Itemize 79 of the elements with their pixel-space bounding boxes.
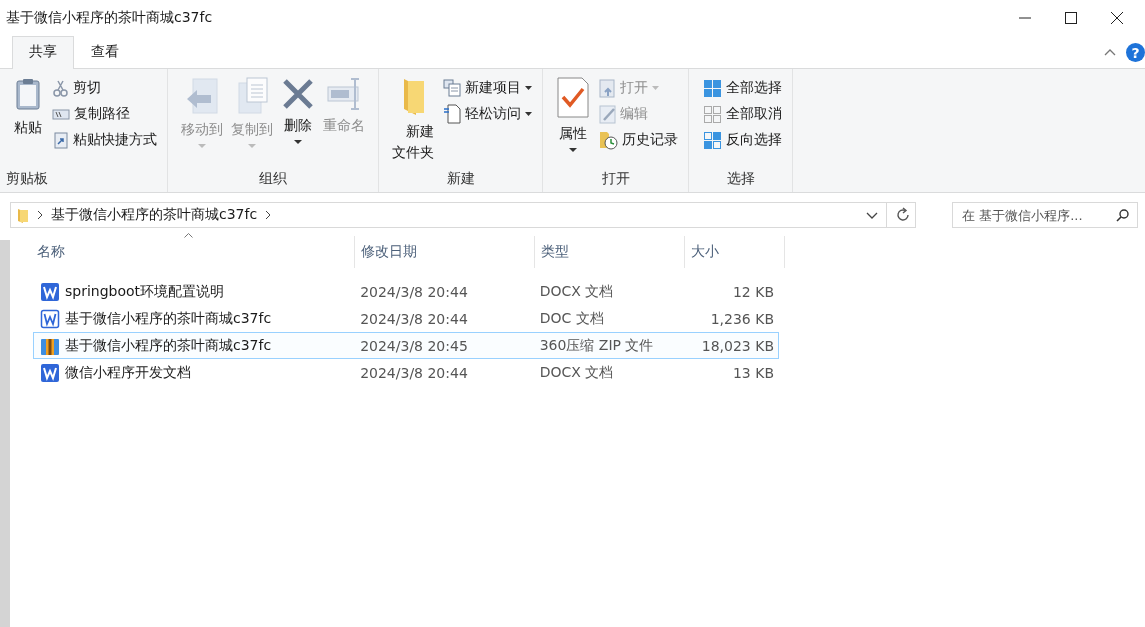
file-row[interactable]: 微信小程序开发文档 2024/3/8 20:44 DOCX 文档 13 KB [33, 359, 779, 386]
invert-grid-icon [703, 130, 722, 150]
pencil-page-icon [599, 104, 616, 124]
size-cell-text: 12 KB [731, 283, 775, 300]
delete-x-icon [281, 77, 315, 111]
ribbon-button[interactable]: 属性 [553, 77, 593, 170]
file-name: springboot环境配置说明 [65, 282, 225, 301]
search-icon [1116, 209, 1129, 222]
type-cell-text: DOCX 文档 [538, 363, 615, 382]
ribbon-button[interactable]: 全部取消 [703, 103, 782, 125]
group-label: 组织 [258, 170, 288, 188]
type-cell-text: DOCX 文档 [538, 282, 615, 301]
ribbon-button[interactable]: 全部选择 [703, 77, 782, 99]
size-cell-text: 18,023 KB [700, 337, 775, 354]
ribbon-button[interactable]: 新建文件夹 [389, 77, 437, 170]
window-title: 基于微信小程序的茶叶商城c37fc [5, 9, 213, 27]
group-label: 打开 [600, 170, 631, 188]
ribbon-button[interactable]: 轻松访问 [443, 103, 532, 125]
type-cell-text: 360压缩 ZIP 文件 [538, 336, 655, 355]
group-label: 剪贴板 [6, 170, 49, 188]
ribbon-button[interactable]: 新建项目 [443, 77, 532, 99]
size-cell-text: 1,236 KB [709, 310, 775, 327]
column-header[interactable]: 类型 [541, 243, 569, 261]
file-row[interactable]: 基于微信小程序的茶叶商城c37fc 2024/3/8 20:45 360压缩 ZIP 文件 18,023 KB [33, 332, 779, 359]
ribbon-tab[interactable]: 查看 [74, 36, 136, 68]
move-arrow-icon [185, 77, 219, 115]
search-field[interactable]: 在 基于微信小程序... [952, 202, 1138, 228]
ribbon-button[interactable]: 粘贴 [10, 77, 46, 170]
ribbon-button[interactable]: 反向选择 [703, 129, 782, 151]
group-label: 选择 [725, 170, 756, 188]
file-row[interactable]: springboot环境配置说明 2024/3/8 20:44 DOCX 文档 12 KB [33, 278, 779, 305]
open-icon [599, 78, 616, 98]
word-document-icon [40, 308, 60, 329]
clipboard-icon [13, 77, 43, 113]
group-label: 新建 [445, 170, 476, 188]
dropdown-chevron-icon[interactable] [866, 211, 878, 219]
file-name: 微信小程序开发文档 [65, 363, 191, 382]
word-document-icon [40, 362, 60, 383]
collapse-ribbon-icon[interactable] [1104, 49, 1116, 56]
sort-caret-icon [184, 233, 193, 238]
select-all-grid-icon [703, 78, 722, 98]
close-icon[interactable] [1111, 12, 1123, 24]
file-name: 基于微信小程序的茶叶商城c37fc [65, 309, 272, 328]
help-button[interactable]: ? [1126, 43, 1145, 62]
file-row[interactable]: 基于微信小程序的茶叶商城c37fc 2024/3/8 20:44 DOC 文档 1,236 KB [33, 305, 779, 332]
ribbon-tab[interactable]: 共享 [12, 36, 74, 69]
rename-icon [326, 77, 362, 111]
ribbon-button[interactable]: 粘贴快捷方式 [52, 129, 157, 151]
type-cell-text: DOC 文档 [538, 309, 605, 328]
column-header[interactable]: 名称 [37, 243, 65, 261]
maximize-icon[interactable] [1065, 12, 1077, 24]
scissors-icon [52, 79, 69, 97]
select-none-grid-icon [703, 104, 722, 124]
chevron-icon [265, 210, 272, 220]
page-icon [443, 104, 461, 124]
ribbon-button[interactable]: 剪切 [52, 77, 157, 99]
checkmark-page-icon [556, 77, 590, 119]
column-header[interactable]: 修改日期 [361, 243, 417, 261]
ribbon-button[interactable]: 删除 [278, 77, 318, 170]
history-clock-icon [599, 130, 618, 150]
scrollbar[interactable] [0, 240, 10, 627]
new-item-icon [443, 79, 461, 97]
ribbon-button[interactable]: 历史记录 [599, 129, 678, 151]
column-header[interactable]: 大小 [691, 243, 719, 261]
copy-pages-icon [235, 77, 269, 115]
shortcut-icon [52, 131, 69, 149]
ribbon-button[interactable]: 复制路径 [52, 103, 157, 125]
folder-icon [17, 207, 29, 223]
file-name: 基于微信小程序的茶叶商城c37fc [65, 336, 272, 355]
size-cell-text: 13 KB [731, 364, 775, 381]
breadcrumb-item[interactable]: 基于微信小程序的茶叶商城c37fc [51, 206, 258, 224]
date-cell-text: 2024/3/8 20:45 [359, 337, 469, 354]
chevron-icon [37, 210, 43, 220]
date-cell-text: 2024/3/8 20:44 [359, 283, 469, 300]
word-document-icon [40, 281, 60, 302]
date-cell-text: 2024/3/8 20:44 [359, 364, 469, 381]
date-cell-text: 2024/3/8 20:44 [359, 310, 469, 327]
address-bar[interactable]: 基于微信小程序的茶叶商城c37fc [10, 202, 916, 228]
refresh-icon[interactable] [895, 207, 911, 223]
